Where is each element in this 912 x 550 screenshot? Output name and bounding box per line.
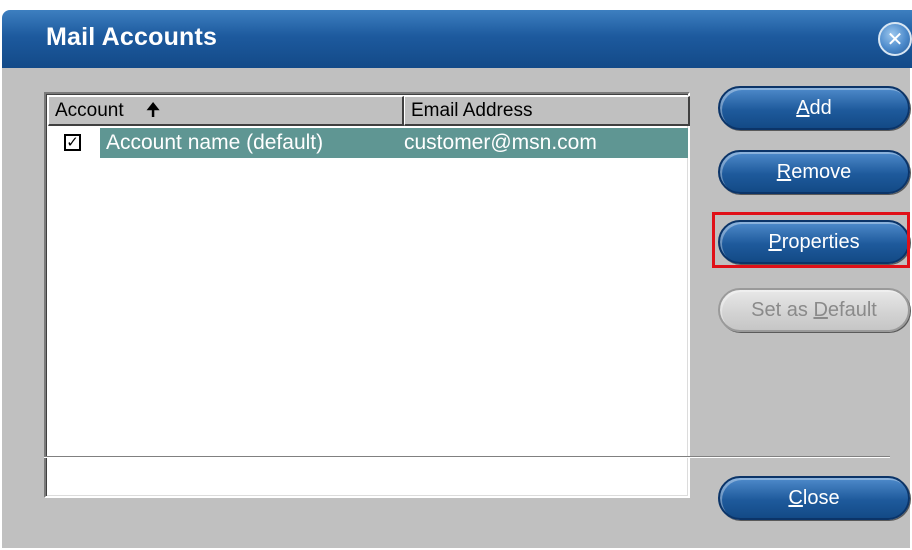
add-mnemonic: A: [796, 97, 810, 119]
add-label: dd: [809, 97, 832, 119]
properties-label: roperties: [781, 231, 860, 253]
list-header: Account 🠉 Email Address: [48, 96, 690, 126]
properties-mnemonic: P: [768, 231, 782, 253]
column-header-email-label: Email Address: [411, 100, 533, 121]
close-button[interactable]: Close: [718, 476, 910, 520]
title-bar: Mail Accounts: [2, 10, 912, 68]
remove-mnemonic: R: [776, 161, 792, 183]
mail-accounts-window: Mail Accounts ✕ Account 🠉 Email Address ✓…: [0, 0, 912, 550]
sort-up-arrow-icon: 🠉: [145, 100, 161, 120]
email-address-cell: customer@msn.com: [404, 131, 597, 154]
account-name-cell: Account name (default): [106, 131, 324, 154]
close-icon[interactable]: ✕: [878, 22, 912, 56]
dialog-content: Account 🠉 Email Address ✓ Account name (d…: [2, 68, 910, 548]
close-mnemonic: C: [788, 487, 803, 509]
divider: [44, 456, 890, 458]
set-default-label: efault: [827, 299, 877, 321]
accounts-list[interactable]: Account 🠉 Email Address ✓ Account name (d…: [44, 92, 690, 498]
remove-button[interactable]: Remove: [718, 150, 910, 194]
account-row[interactable]: ✓ Account name (default) customer@msn.co…: [48, 128, 688, 158]
column-header-account-label: Account: [55, 100, 124, 121]
remove-label: emove: [791, 161, 852, 183]
set-default-mnemonic: D: [813, 299, 828, 321]
set-default-prefix: Set as: [751, 299, 814, 321]
properties-button[interactable]: Properties: [718, 220, 910, 264]
window-title: Mail Accounts: [46, 23, 218, 51]
close-label: lose: [802, 487, 840, 509]
column-header-account[interactable]: Account 🠉: [48, 96, 404, 126]
default-account-checkbox[interactable]: ✓: [64, 134, 81, 151]
add-button[interactable]: Add: [718, 86, 910, 130]
column-header-email[interactable]: Email Address: [404, 96, 690, 126]
set-as-default-button[interactable]: Set as Default: [718, 288, 910, 332]
